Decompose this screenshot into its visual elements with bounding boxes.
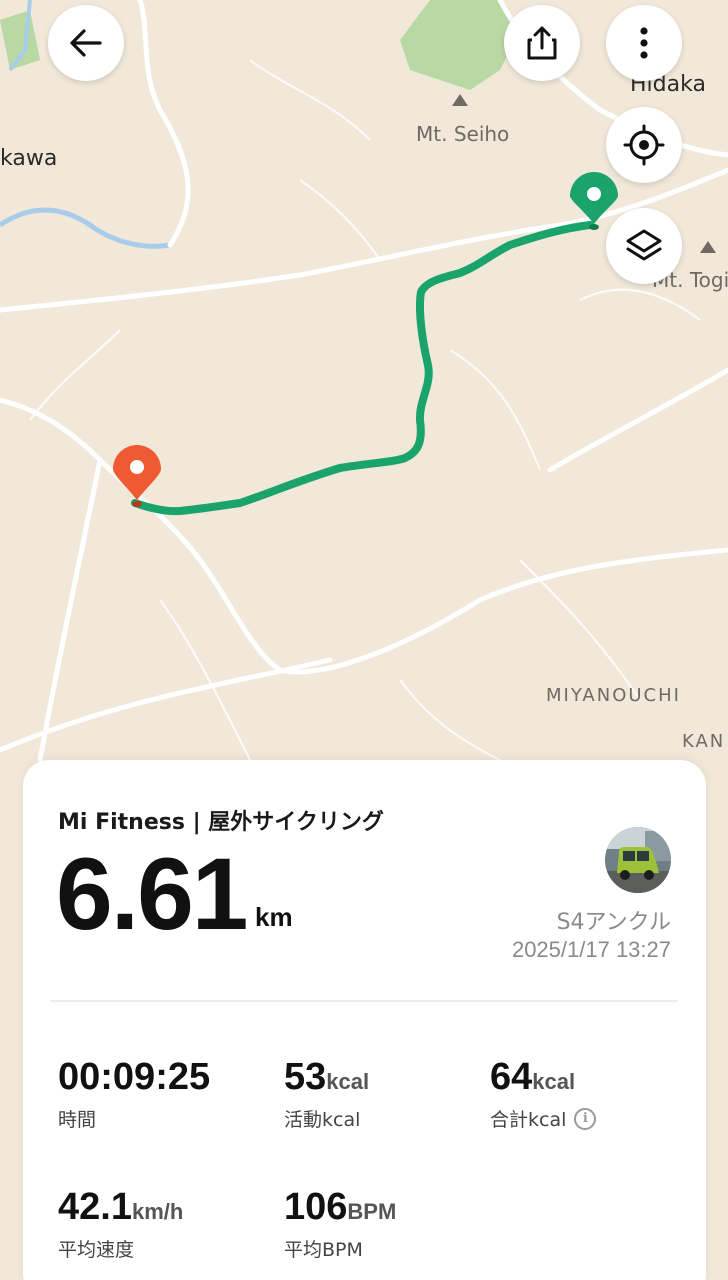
locate-button[interactable]	[606, 107, 682, 183]
stat-label: 活動kcal	[284, 1109, 361, 1131]
back-button[interactable]	[48, 5, 124, 81]
more-options-button[interactable]	[606, 5, 682, 81]
distance-value: 6.61	[56, 837, 249, 951]
device-avatar[interactable]	[605, 827, 671, 893]
stat-label: 平均BPM	[284, 1239, 363, 1261]
stat-value: 106BPM	[284, 1186, 397, 1228]
stat-label: 時間	[58, 1109, 97, 1131]
stat-active-kcal: 53kcal 活動kcal	[284, 1056, 369, 1132]
layers-icon	[626, 229, 662, 261]
stat-label-text: 合計kcal	[490, 1109, 567, 1131]
stat-duration: 00:09:25 時間	[58, 1056, 210, 1132]
layers-button[interactable]	[606, 208, 682, 284]
arrow-left-icon	[70, 29, 102, 57]
distance-unit: km	[255, 902, 293, 932]
stat-avg-bpm: 106BPM 平均BPM	[284, 1186, 396, 1262]
stat-value: 42.1km/h	[58, 1186, 184, 1228]
map-label-mt-seiho: Mt. Seiho	[416, 122, 510, 146]
divider	[50, 1000, 678, 1002]
info-icon[interactable]: i	[574, 1107, 597, 1130]
workout-source-title: Mi Fitness | 屋外サイクリング	[58, 810, 384, 835]
stat-value: 00:09:25	[58, 1056, 211, 1098]
workout-datetime: 2025/1/17 13:27	[511, 937, 671, 962]
stat-total-kcal: 64kcal 合計kcal i	[490, 1056, 597, 1132]
map-label-miyanouchi: MIYANOUCHI	[546, 685, 681, 706]
stat-avg-speed: 42.1km/h 平均速度	[58, 1186, 183, 1262]
workout-summary-card: Mi Fitness | 屋外サイクリング 6.61 km S4アンクル 202…	[23, 760, 706, 1280]
stat-label: 合計kcal i	[490, 1105, 597, 1132]
device-name: S4アンクル	[556, 910, 671, 935]
share-button[interactable]	[504, 5, 580, 81]
map-label-kawa: kawa	[0, 146, 58, 171]
stat-value: 64kcal	[490, 1056, 576, 1098]
share-icon	[527, 26, 557, 60]
stat-label: 平均速度	[58, 1239, 135, 1261]
locate-icon	[623, 124, 665, 166]
car-avatar-icon	[605, 827, 671, 893]
map-label-kan: KAN	[682, 731, 726, 752]
more-vertical-icon	[640, 27, 648, 59]
stat-value: 53kcal	[284, 1056, 370, 1098]
